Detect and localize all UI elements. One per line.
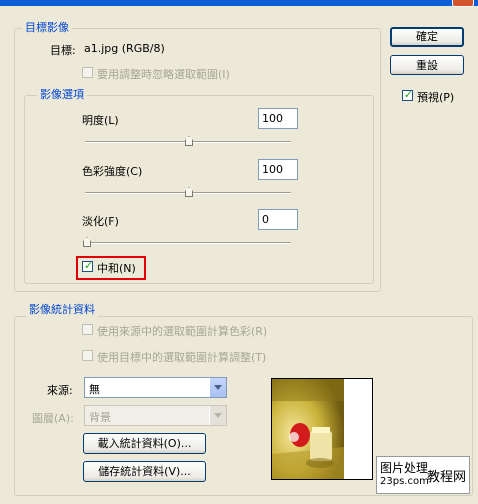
chevron-down-icon[interactable]	[209, 378, 226, 397]
source-label: 來源:	[47, 384, 73, 397]
preview-label: 預視(P)	[417, 91, 455, 104]
fade-input[interactable]: 0	[258, 209, 298, 230]
neutralize-checkbox[interactable]: ✓	[82, 259, 94, 272]
check-icon: ✓	[83, 259, 94, 272]
ignore-selection-label: 要用調整時忽略選取範圍(I)	[97, 68, 230, 81]
check-icon: ✓	[403, 88, 414, 101]
luminance-label: 明度(L)	[82, 114, 119, 127]
watermark: 图片处理 23ps.com 教程网	[376, 456, 470, 494]
room-photo-image	[272, 379, 372, 479]
fade-slider-track	[85, 242, 291, 244]
neutralize-label: 中和(N)	[97, 262, 136, 275]
luminance-input[interactable]: 100	[258, 108, 298, 129]
target-image-group-title: 目標影像	[22, 21, 72, 35]
color-intensity-label: 色彩強度(C)	[82, 165, 143, 178]
watermark-line2: 23ps.com	[380, 476, 429, 487]
save-statistics-button[interactable]: 儲存統計資料(V)...	[83, 461, 206, 482]
fade-label: 淡化(F)	[82, 215, 119, 228]
layer-label: 圖層(A):	[32, 412, 74, 425]
reset-button[interactable]: 重設	[390, 55, 464, 75]
image-statistics-group-title: 影像統計資料	[26, 303, 98, 317]
target-value: a1.jpg (RGB/8)	[84, 42, 165, 55]
chevron-down-icon[interactable]	[209, 406, 226, 425]
image-options-group-title: 影像選項	[37, 88, 87, 102]
use-source-selection-checkbox[interactable]	[82, 324, 93, 335]
source-preview-thumbnail	[271, 378, 373, 480]
layer-select-value: 背景	[89, 411, 111, 424]
use-target-selection-label: 使用目標中的選取範圍計算調整(T)	[97, 351, 267, 364]
ok-button[interactable]: 確定	[390, 27, 464, 47]
target-label: 目標:	[50, 44, 76, 57]
title-bar	[0, 0, 478, 6]
close-icon[interactable]	[452, 0, 474, 7]
watermark-line1: 图片处理	[380, 461, 429, 475]
load-statistics-button[interactable]: 載入統計資料(O)...	[83, 433, 206, 454]
color-intensity-input[interactable]: 100	[258, 159, 298, 180]
use-source-selection-label: 使用來源中的選取範圍計算色彩(R)	[97, 325, 268, 338]
preview-checkbox[interactable]: ✓	[402, 88, 414, 101]
watermark-line3: 教程网	[427, 470, 467, 485]
source-select-value: 無	[89, 383, 100, 396]
source-select[interactable]: 無	[84, 377, 227, 398]
layer-select[interactable]: 背景	[84, 405, 227, 426]
use-target-selection-checkbox[interactable]	[82, 350, 93, 361]
ignore-selection-checkbox[interactable]	[82, 67, 93, 78]
